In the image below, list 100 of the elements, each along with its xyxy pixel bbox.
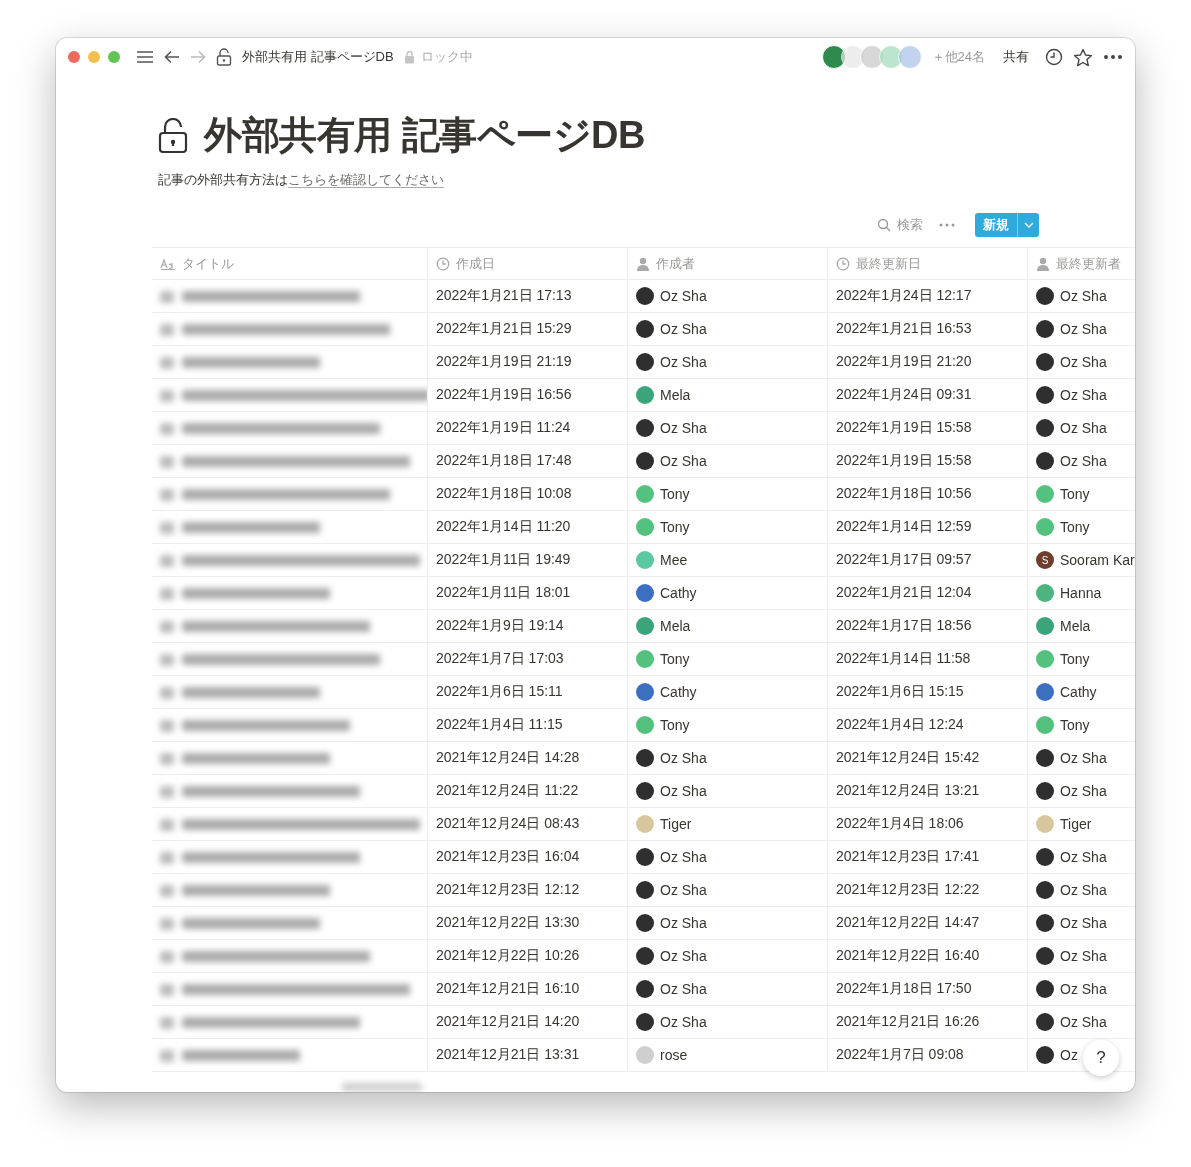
user-name: Cathy xyxy=(660,585,697,601)
user-name: Oz Sha xyxy=(1060,948,1107,964)
user-name: Tony xyxy=(660,486,690,502)
minimize-button[interactable] xyxy=(88,51,100,63)
table-cell: 2022年1月11日 18:01 xyxy=(428,577,628,609)
search-icon[interactable] xyxy=(877,218,891,232)
table-cell: 2021年12月23日 16:04 xyxy=(428,841,628,873)
table-cell: 2022年1月19日 21:19 xyxy=(428,346,628,378)
clock-icon xyxy=(436,256,450,271)
table-cell: 2022年1月4日 12:24 xyxy=(828,709,1028,741)
table-cell: 2022年1月6日 15:11 xyxy=(428,676,628,708)
user-name: Oz Sha xyxy=(660,288,707,304)
table-cell: 2022年1月19日 16:56 xyxy=(428,379,628,411)
user-name: Sooram Kar xyxy=(1060,552,1135,568)
user-avatar: S xyxy=(1036,551,1054,569)
user-name: Oz Sha xyxy=(1060,354,1107,370)
padlock-icon xyxy=(403,50,415,64)
zoom-button[interactable] xyxy=(108,51,120,63)
user-name: Tony xyxy=(1060,717,1090,733)
column-header[interactable]: 最終更新者 xyxy=(1028,248,1135,279)
user-name: Oz Sha xyxy=(1060,783,1107,799)
user-name: Oz Sha xyxy=(1060,1014,1107,1030)
table-cell: 2022年1月21日 15:29 xyxy=(428,313,628,345)
more-icon[interactable] xyxy=(1103,54,1123,60)
close-button[interactable] xyxy=(68,51,80,63)
user-name: Cathy xyxy=(660,684,697,700)
help-link[interactable]: こちらを確認してください xyxy=(288,172,444,188)
user-name: Mela xyxy=(1060,618,1091,634)
table-cell: 2021年12月21日 13:31 xyxy=(428,1039,628,1071)
table-cell: 2022年1月7日 09:08 xyxy=(828,1039,1028,1071)
chevron-down-icon xyxy=(1023,222,1034,228)
table-cell: 2021年12月21日 16:26 xyxy=(828,1006,1028,1038)
user-name: Hanna xyxy=(1060,585,1102,601)
table-cell: 2022年1月24日 09:31 xyxy=(828,379,1028,411)
table-cell: 2022年1月19日 15:58 xyxy=(828,445,1028,477)
clock-icon[interactable] xyxy=(1045,48,1063,66)
table-cell: 2021年12月22日 13:30 xyxy=(428,907,628,939)
user-name: Oz Sha xyxy=(660,948,707,964)
table-cell: 2022年1月4日 18:06 xyxy=(828,808,1028,840)
user-name: Oz Sha xyxy=(660,882,707,898)
table-cell: 2021年12月24日 08:43 xyxy=(428,808,628,840)
user-name: Oz Sha xyxy=(660,420,707,436)
page-breadcrumb[interactable]: 外部共有用 記事ページDB xyxy=(242,48,394,66)
table-cell: 2021年12月21日 16:10 xyxy=(428,973,628,1005)
menu-icon[interactable] xyxy=(136,49,154,65)
column-header[interactable]: タイトル xyxy=(152,248,428,279)
user-name: Oz Sha xyxy=(1060,387,1107,403)
user-name: Cathy xyxy=(1060,684,1097,700)
user-name: Oz Sha xyxy=(1060,321,1107,337)
share-button[interactable]: 共有 xyxy=(1003,48,1029,66)
table-cell: 2021年12月23日 17:41 xyxy=(828,841,1028,873)
user-name: rose xyxy=(660,1047,688,1063)
table-cell: 2022年1月14日 11:58 xyxy=(828,643,1028,675)
table-cell: 2021年12月24日 14:28 xyxy=(428,742,628,774)
lock-status: ロック中 xyxy=(420,48,473,66)
user-name: Oz Sha xyxy=(1060,420,1107,436)
star-icon[interactable] xyxy=(1073,47,1093,67)
user-name: Tony xyxy=(1060,519,1090,535)
table-cell: 2022年1月21日 16:53 xyxy=(828,313,1028,345)
column-header[interactable]: 最終更新日 xyxy=(828,248,1028,279)
table-cell: 2022年1月21日 17:13 xyxy=(428,280,628,312)
user-name: Oz Sha xyxy=(1060,849,1107,865)
table-cell: 2021年12月22日 16:40 xyxy=(828,940,1028,972)
user-name: Tiger xyxy=(660,816,692,832)
table-cell: 2021年12月21日 14:20 xyxy=(428,1006,628,1038)
user-name: Tiger xyxy=(1060,816,1092,832)
table-cell: 2022年1月18日 17:48 xyxy=(428,445,628,477)
others-count[interactable]: ＋他24名 xyxy=(931,48,985,66)
new-button[interactable]: 新規 xyxy=(975,213,1017,237)
table-cell: 2022年1月14日 12:59 xyxy=(828,511,1028,543)
page-title: 外部共有用 記事ページDB xyxy=(204,113,645,158)
unlocked-padlock-icon xyxy=(158,117,188,154)
user-avatar[interactable] xyxy=(821,45,846,69)
column-header[interactable]: 作成者 xyxy=(628,248,828,279)
table-cell: 2022年1月6日 15:15 xyxy=(828,676,1028,708)
unlocked-padlock-icon xyxy=(216,48,232,66)
user-name: Oz Sha xyxy=(1060,915,1107,931)
table-cell: 2022年1月11日 19:49 xyxy=(428,544,628,576)
back-arrow-icon[interactable] xyxy=(164,50,180,64)
column-header[interactable]: 作成日 xyxy=(428,248,628,279)
new-dropdown-button[interactable] xyxy=(1017,213,1039,237)
table-cell: 2021年12月24日 15:42 xyxy=(828,742,1028,774)
table-cell: 2022年1月14日 11:20 xyxy=(428,511,628,543)
user-name: Oz Sha xyxy=(660,354,707,370)
table-cell: 2022年1月17日 18:56 xyxy=(828,610,1028,642)
user-avatar[interactable] xyxy=(840,45,865,69)
user-name: Oz Sha xyxy=(660,915,707,931)
user-name: Oz Sha xyxy=(1060,981,1107,997)
user-name: Oz Sha xyxy=(660,783,707,799)
table-cell: 2022年1月18日 17:50 xyxy=(828,973,1028,1005)
search-button[interactable]: 検索 xyxy=(897,216,923,234)
table-cell: 2022年1月18日 10:08 xyxy=(428,478,628,510)
user-name: Oz Sha xyxy=(660,981,707,997)
forward-arrow-icon[interactable] xyxy=(190,50,206,64)
table-cell: 2022年1月24日 12:17 xyxy=(828,280,1028,312)
user-name: Oz Sha xyxy=(1060,288,1107,304)
table-cell: 2021年12月23日 12:12 xyxy=(428,874,628,906)
table-cell: 2022年1月19日 21:20 xyxy=(828,346,1028,378)
help-button[interactable]: ? xyxy=(1083,1040,1119,1076)
user-name: Mela xyxy=(660,618,691,634)
